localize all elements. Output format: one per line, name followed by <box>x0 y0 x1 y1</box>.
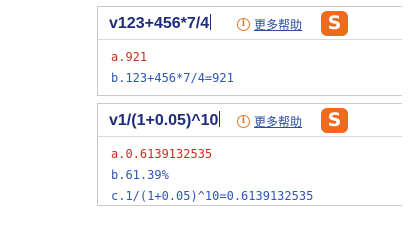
result-text: 61.39% <box>125 168 169 182</box>
result-prefix: b. <box>111 168 126 182</box>
query-input[interactable]: v1/(1+0.05)^10 <box>109 111 221 130</box>
sogou-logo-icon: S <box>321 11 348 36</box>
result-prefix: b. <box>111 71 126 85</box>
query-text: v123+456*7/4 <box>109 15 210 32</box>
panel-header: v123+456*7/4 i 更多帮助 S <box>98 7 402 40</box>
suggestion-panel: v1/(1+0.05)^10 i 更多帮助 S a.0.6139132535 b… <box>97 103 402 206</box>
text-cursor <box>210 14 212 30</box>
suggestion-panel: v123+456*7/4 i 更多帮助 S a.921 b.123+456*7/… <box>97 6 402 96</box>
result-list: a.0.6139132535 b.61.39% c.1/(1+0.05)^10=… <box>98 137 402 207</box>
result-item[interactable]: b.123+456*7/4=921 <box>111 68 402 89</box>
sogou-logo-icon: S <box>321 108 348 133</box>
result-text: 123+456*7/4=921 <box>125 71 234 85</box>
result-list: a.921 b.123+456*7/4=921 <box>98 40 402 89</box>
query-text: v1/(1+0.05)^10 <box>109 112 219 129</box>
result-prefix: a. <box>111 50 126 64</box>
more-help-link[interactable]: i 更多帮助 <box>237 113 302 130</box>
result-text: 921 <box>125 50 148 64</box>
info-icon: i <box>237 115 250 128</box>
result-item[interactable]: c.1/(1+0.05)^10=0.6139132535 <box>111 186 402 207</box>
result-prefix: c. <box>111 189 126 203</box>
text-cursor <box>219 111 221 127</box>
result-prefix: a. <box>111 147 126 161</box>
more-help-label: 更多帮助 <box>254 115 303 129</box>
result-text: 0.6139132535 <box>125 147 213 161</box>
result-item[interactable]: a.0.6139132535 <box>111 144 402 165</box>
result-item[interactable]: b.61.39% <box>111 165 402 186</box>
query-input[interactable]: v123+456*7/4 <box>109 14 212 33</box>
result-text: 1/(1+0.05)^10=0.6139132535 <box>125 189 314 203</box>
more-help-label: 更多帮助 <box>254 18 303 32</box>
panel-header: v1/(1+0.05)^10 i 更多帮助 S <box>98 104 402 137</box>
result-item[interactable]: a.921 <box>111 47 402 68</box>
info-icon: i <box>237 18 250 31</box>
more-help-link[interactable]: i 更多帮助 <box>237 16 302 33</box>
